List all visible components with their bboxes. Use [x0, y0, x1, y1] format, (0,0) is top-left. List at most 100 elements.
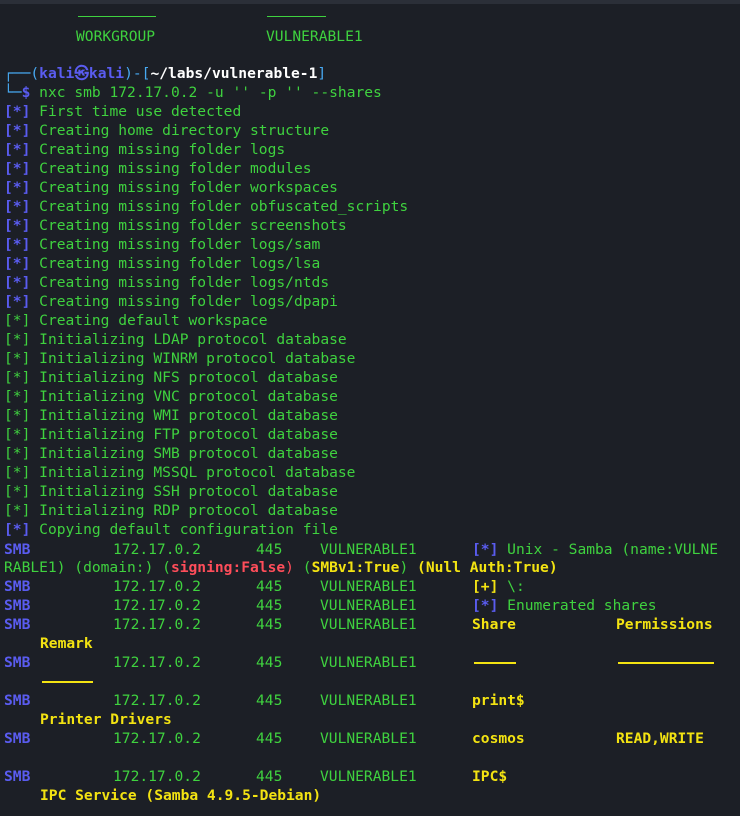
smb-proto: SMB [4, 730, 31, 747]
smb-port: 445 [256, 768, 283, 785]
log-line: [*] Initializing WINRM protocol database [4, 349, 355, 368]
log-text: Initializing RDP protocol database [39, 502, 338, 519]
log-prefix: [*] [4, 274, 31, 291]
smb-name: VULNERABLE1 [320, 541, 417, 558]
log-prefix: [*] [4, 103, 31, 120]
log-prefix: [*] [4, 122, 31, 139]
log-text: Initializing WINRM protocol database [39, 350, 356, 367]
log-prefix: [*] [4, 388, 31, 405]
log-prefix: [*] [4, 141, 31, 158]
log-prefix: [*] [4, 502, 31, 519]
smb-ip: 172.17.0.2 [113, 692, 201, 709]
log-text: Creating missing folder workspaces [39, 179, 338, 196]
share-remark: IPC Service (Samba 4.9.5-Debian) [40, 787, 322, 804]
column-remark: Remark [40, 635, 93, 652]
log-prefix: [*] [4, 217, 31, 234]
log-text: First time use detected [39, 103, 242, 120]
log-text: Initializing MSSQL protocol database [39, 464, 356, 481]
command-line: └─$ nxc smb 172.17.0.2 -u '' -p '' --sha… [4, 84, 382, 101]
terminal-top-edge [0, 0, 740, 4]
command-text: nxc smb 172.17.0.2 -u '' -p '' --shares [39, 84, 382, 101]
smb-proto: SMB [4, 578, 31, 595]
log-line: [*] Initializing NFS protocol database [4, 368, 338, 387]
smb-name: VULNERABLE1 [320, 730, 417, 747]
smb-port: 445 [256, 616, 283, 633]
smb-port: 445 [256, 541, 283, 558]
smb-port: 445 [256, 730, 283, 747]
share-separator [474, 662, 516, 664]
log-line: [*] Creating default workspace [4, 311, 268, 330]
log-line: [*] Creating missing folder logs/dpapi [4, 292, 338, 311]
log-prefix: [*] [4, 426, 31, 443]
log-prefix: [*] [4, 445, 31, 462]
log-line: [*] Copying default configuration file [4, 520, 338, 539]
log-line: [*] Creating missing folder logs/ntds [4, 273, 329, 292]
smb-info-2: RABLE1) (domain:) (signing:False) (SMBv1… [4, 559, 558, 576]
log-prefix: [*] [4, 236, 31, 253]
smb-port: 445 [256, 654, 283, 671]
permissions-separator [618, 662, 714, 664]
log-line: [*] Creating missing folder modules [4, 159, 312, 178]
column-permissions: Permissions [616, 616, 713, 633]
log-prefix: [*] [4, 483, 31, 500]
log-text: Initializing FTP protocol database [39, 426, 338, 443]
log-prefix: [*] [4, 350, 31, 367]
log-text: Initializing SSH protocol database [39, 483, 338, 500]
log-line: [*] Initializing MSSQL protocol database [4, 463, 355, 482]
log-prefix: [*] [4, 255, 31, 272]
smb-proto: SMB [4, 654, 31, 671]
share-name: print$ [472, 692, 525, 709]
log-text: Creating missing folder logs/sam [39, 236, 321, 253]
share-remark: Printer Drivers [40, 711, 172, 728]
share-permissions: READ,WRITE [616, 730, 704, 747]
log-prefix: [*] [4, 293, 31, 310]
smb-name: VULNERABLE1 [320, 768, 417, 785]
smb-port: 445 [256, 597, 283, 614]
smb-name: VULNERABLE1 [320, 692, 417, 709]
log-text: Initializing NFS protocol database [39, 369, 338, 386]
log-text: Initializing WMI protocol database [39, 407, 338, 424]
smb-enumerated: [*] Enumerated shares [472, 597, 657, 614]
log-line: [*] Initializing SSH protocol database [4, 482, 338, 501]
remark-separator [42, 681, 93, 683]
log-line: [*] Creating missing folder screenshots [4, 216, 347, 235]
log-text: Creating home directory structure [39, 122, 330, 139]
smb-name: VULNERABLE1 [320, 654, 417, 671]
smb-proto: SMB [4, 692, 31, 709]
log-text: Creating missing folder obfuscated_scrip… [39, 198, 409, 215]
terminal-window[interactable]: WORKGROUP VULNERABLE1 ┌──(kali㉿kali)-[~/… [0, 0, 740, 816]
log-text: Creating missing folder modules [39, 160, 312, 177]
smb-proto: SMB [4, 768, 31, 785]
host-underline [267, 16, 326, 17]
log-prefix: [*] [4, 312, 31, 329]
log-text: Creating missing folder logs/dpapi [39, 293, 338, 310]
smb-info-1: [*] Unix - Samba (name:VULNE [472, 541, 719, 558]
log-prefix: [*] [4, 331, 31, 348]
log-line: [*] Initializing FTP protocol database [4, 425, 338, 444]
smb-ip: 172.17.0.2 [113, 730, 201, 747]
log-line: [*] Creating missing folder workspaces [4, 178, 338, 197]
smb-success: [+] \: [472, 578, 525, 595]
log-text: Initializing VNC protocol database [39, 388, 338, 405]
log-line: [*] Creating home directory structure [4, 121, 329, 140]
log-line: [*] Initializing RDP protocol database [4, 501, 338, 520]
host-label: VULNERABLE1 [266, 28, 363, 45]
log-line: [*] Creating missing folder logs [4, 140, 285, 159]
workgroup-underline [78, 16, 156, 17]
smb-name: VULNERABLE1 [320, 578, 417, 595]
smb-ip: 172.17.0.2 [113, 616, 201, 633]
smb-port: 445 [256, 578, 283, 595]
prompt-line: ┌──(kali㉿kali)-[~/labs/vulnerable-1] [4, 65, 327, 82]
smb-ip: 172.17.0.2 [113, 541, 201, 558]
smb-name: VULNERABLE1 [320, 616, 417, 633]
smb-proto: SMB [4, 597, 31, 614]
log-prefix: [*] [4, 521, 31, 538]
log-text: Creating missing folder logs [39, 141, 286, 158]
log-line: [*] Initializing SMB protocol database [4, 444, 338, 463]
log-line: [*] Creating missing folder logs/lsa [4, 254, 320, 273]
smb-proto: SMB [4, 616, 31, 633]
log-prefix: [*] [4, 179, 31, 196]
log-line: [*] First time use detected [4, 102, 241, 121]
smb-ip: 172.17.0.2 [113, 597, 201, 614]
log-text: Creating missing folder screenshots [39, 217, 347, 234]
